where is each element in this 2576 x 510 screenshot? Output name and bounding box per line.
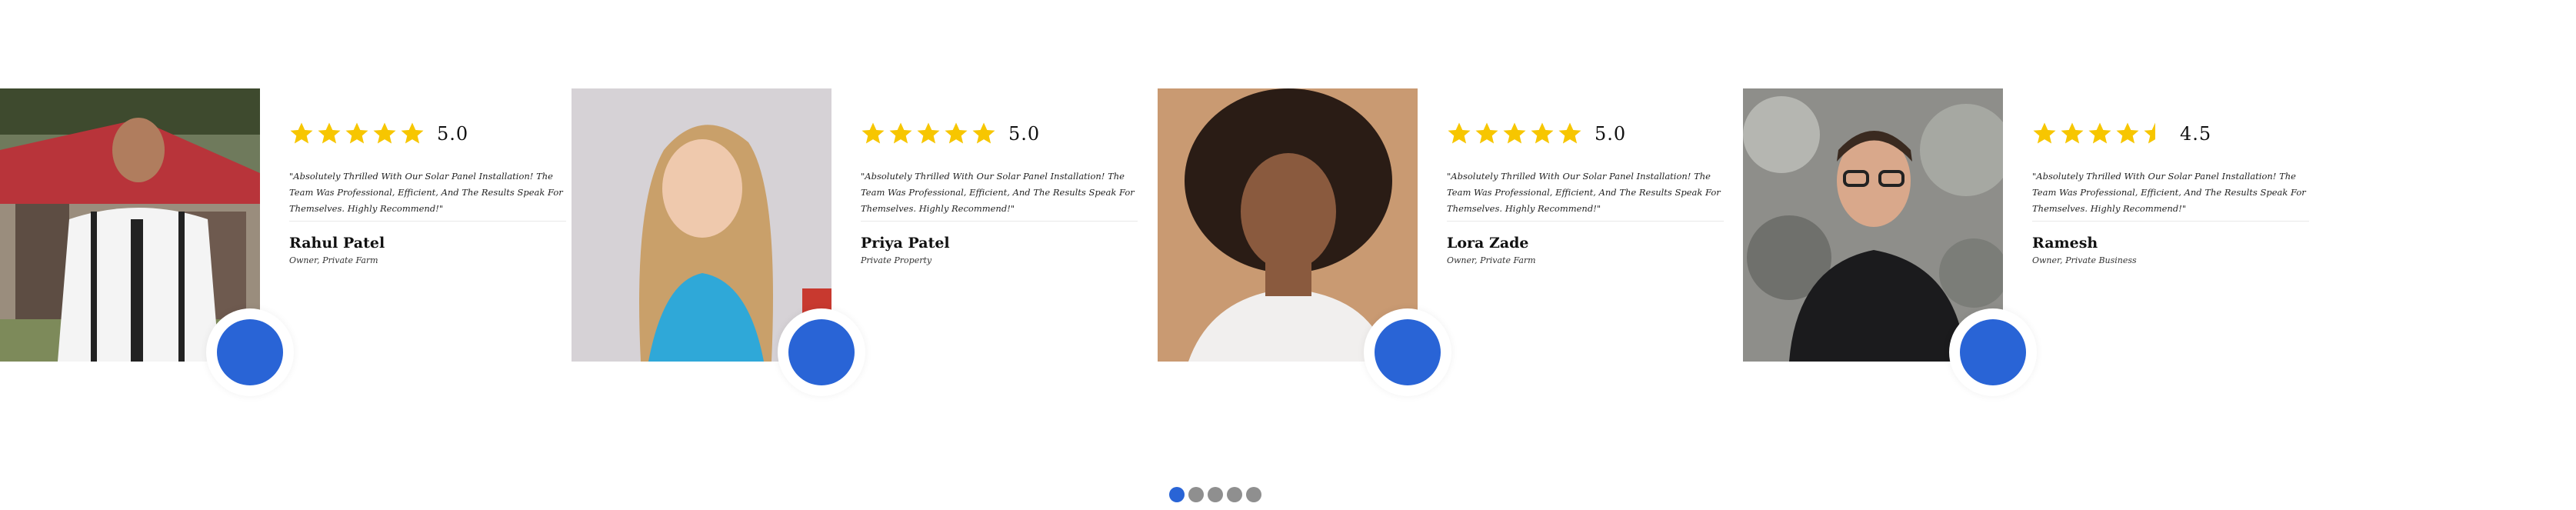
customer-role: Owner, Private Business — [2032, 255, 2137, 265]
divider — [2032, 221, 2309, 222]
carousel-dot[interactable] — [1169, 487, 1185, 502]
carousel-dot[interactable] — [1227, 487, 1242, 502]
testimonial-info: 4.5 "Absolutely Thrilled With Our Solar … — [2032, 119, 2317, 265]
divider — [1447, 221, 1724, 222]
star-icon — [1448, 122, 1471, 144]
testimonials-carousel: 5.0 "Absolutely Thrilled With Our Solar … — [0, 0, 2576, 510]
star-icon — [2061, 122, 2084, 144]
customer-name: Priya Patel — [861, 235, 950, 252]
star-icon — [2116, 122, 2139, 144]
star-icon — [972, 122, 995, 144]
star-icon — [2033, 122, 2056, 144]
testimonial-quote: "Absolutely Thrilled With Our Solar Pane… — [289, 171, 563, 214]
customer-role: Private Property — [861, 255, 932, 265]
badge-ring — [1949, 308, 2037, 396]
testimonial-info: 5.0 "Absolutely Thrilled With Our Solar … — [861, 119, 1145, 265]
star-icon — [2144, 122, 2167, 144]
quote-badge-icon — [788, 319, 855, 385]
star-icon — [2088, 122, 2111, 144]
star-icon — [1475, 122, 1498, 144]
star-rating — [2032, 122, 2168, 146]
customer-name: Lora Zade — [1447, 235, 1529, 252]
customer-name: Ramesh — [2032, 235, 2098, 252]
star-icon — [1558, 122, 1581, 144]
rating-row: 5.0 — [289, 119, 574, 148]
star-icon — [945, 122, 968, 144]
star-icon — [318, 122, 341, 144]
rating-value: 5.0 — [1008, 123, 1041, 145]
customer-role: Owner, Private Farm — [1447, 255, 1536, 265]
star-rating — [1447, 122, 1582, 146]
quote-badge-icon — [1375, 319, 1441, 385]
quote-badge-icon — [1960, 319, 2026, 385]
rating-row: 4.5 — [2032, 119, 2317, 148]
testimonial-quote: "Absolutely Thrilled With Our Solar Pane… — [2032, 171, 2306, 214]
divider — [289, 221, 566, 222]
quote-badge-icon — [217, 319, 283, 385]
star-icon — [889, 122, 912, 144]
rating-value: 5.0 — [437, 123, 469, 145]
star-icon — [1531, 122, 1554, 144]
star-icon — [401, 122, 424, 144]
star-icon — [373, 122, 396, 144]
carousel-dot[interactable] — [1246, 487, 1261, 502]
badge-ring — [1364, 308, 1451, 396]
carousel-dot[interactable] — [1208, 487, 1223, 502]
rating-value: 5.0 — [1595, 123, 1627, 145]
rating-row: 5.0 — [1447, 119, 1731, 148]
divider — [861, 221, 1138, 222]
testimonial-quote: "Absolutely Thrilled With Our Solar Pane… — [861, 171, 1135, 214]
testimonial-info: 5.0 "Absolutely Thrilled With Our Solar … — [289, 119, 574, 265]
star-icon — [345, 122, 368, 144]
carousel-pagination — [1169, 487, 1261, 502]
badge-ring — [778, 308, 865, 396]
badge-ring — [206, 308, 294, 396]
star-rating — [289, 122, 425, 146]
testimonial-quote: "Absolutely Thrilled With Our Solar Pane… — [1447, 171, 1721, 214]
rating-value: 4.5 — [2180, 123, 2212, 145]
star-icon — [861, 122, 885, 144]
rating-row: 5.0 — [861, 119, 1145, 148]
customer-role: Owner, Private Farm — [289, 255, 378, 265]
testimonial-info: 5.0 "Absolutely Thrilled With Our Solar … — [1447, 119, 1731, 265]
star-icon — [290, 122, 313, 144]
customer-name: Rahul Patel — [289, 235, 385, 252]
star-icon — [1503, 122, 1526, 144]
carousel-dot[interactable] — [1188, 487, 1204, 502]
star-rating — [861, 122, 996, 146]
star-icon — [917, 122, 940, 144]
